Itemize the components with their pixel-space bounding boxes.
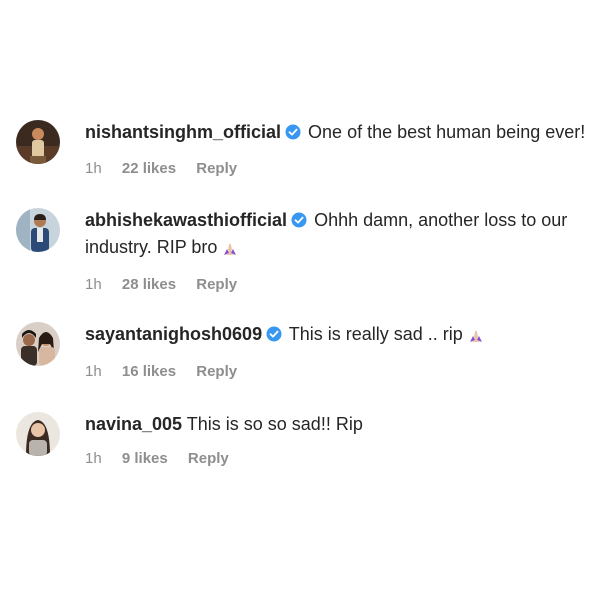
comment-meta: 1h 22 likes Reply [85, 159, 595, 179]
avatar-image [16, 322, 60, 366]
avatar[interactable] [16, 208, 60, 252]
avatar[interactable] [16, 120, 60, 164]
folded-hands-icon [223, 238, 237, 263]
comment-username[interactable]: abhishekawasthiofficial [85, 210, 287, 230]
avatar-image [16, 412, 60, 456]
reply-button[interactable]: Reply [196, 363, 237, 380]
comment-text: abhishekawasthiofficial Ohhh damn, anoth… [85, 208, 595, 263]
comment-time: 1h [85, 276, 102, 293]
verified-badge-icon [266, 324, 282, 349]
reply-button[interactable]: Reply [196, 276, 237, 293]
comment-meta: 1h 28 likes Reply [85, 275, 595, 295]
verified-badge-icon [291, 210, 307, 235]
comment-text: nishantsinghm_official One of the best h… [85, 120, 595, 147]
comment-time: 1h [85, 160, 102, 177]
comment-likes[interactable]: 9 likes [122, 450, 168, 467]
comment-meta: 1h 16 likes Reply [85, 362, 595, 382]
comment-time: 1h [85, 363, 102, 380]
avatar-image [16, 120, 60, 164]
reply-button[interactable]: Reply [196, 160, 237, 177]
reply-button[interactable]: Reply [188, 450, 229, 467]
folded-hands-icon [469, 325, 483, 350]
comment-text: navina_005 This is so so sad!! Rip [85, 412, 595, 437]
comment-likes[interactable]: 28 likes [122, 276, 176, 293]
avatar[interactable] [16, 412, 60, 456]
comment-text: sayantanighosh0609 This is really sad ..… [85, 322, 595, 350]
comment-body: This is really sad .. rip [288, 324, 463, 344]
avatar-image [16, 208, 60, 252]
comment-body: This is so so sad!! Rip [186, 414, 363, 434]
comment-username[interactable]: nishantsinghm_official [85, 122, 281, 142]
comment-username[interactable]: sayantanighosh0609 [85, 324, 262, 344]
comment-body: One of the best human being ever! [308, 122, 586, 142]
verified-badge-icon [285, 122, 301, 147]
comment-likes[interactable]: 16 likes [122, 363, 176, 380]
comment-time: 1h [85, 450, 102, 467]
comment-username[interactable]: navina_005 [85, 414, 182, 434]
comment-meta: 1h 9 likes Reply [85, 449, 595, 469]
comment-likes[interactable]: 22 likes [122, 160, 176, 177]
avatar[interactable] [16, 322, 60, 366]
